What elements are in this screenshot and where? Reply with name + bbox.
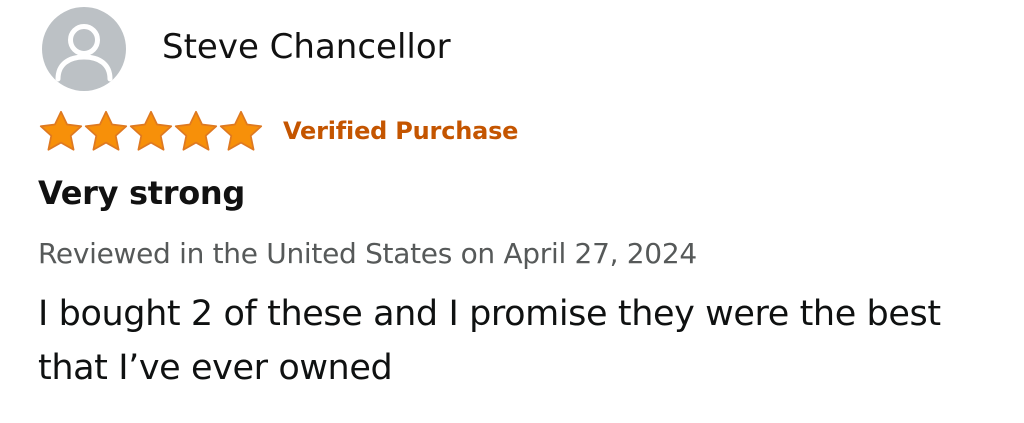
avatar[interactable]	[42, 7, 126, 91]
default-user-avatar-icon	[55, 24, 113, 82]
star-icon	[174, 110, 218, 151]
verified-purchase-badge: Verified Purchase	[283, 117, 519, 145]
review-date-location: Reviewed in the United States on April 2…	[38, 237, 697, 270]
review-title[interactable]: Very strong	[38, 175, 245, 212]
star-icon	[84, 110, 128, 151]
reviewer-profile[interactable]: Steve Chancellor	[42, 6, 451, 92]
review-body: I bought 2 of these and I promise they w…	[38, 294, 941, 388]
star-rating[interactable]	[38, 110, 263, 152]
star-icon	[219, 110, 263, 151]
star-icon	[39, 110, 83, 151]
rating-row: Verified Purchase	[38, 110, 518, 152]
reviewer-name[interactable]: Steve Chancellor	[162, 30, 451, 64]
customer-review: Steve Chancellor Verified Purchase Very …	[0, 0, 1024, 423]
star-icon	[129, 110, 173, 151]
